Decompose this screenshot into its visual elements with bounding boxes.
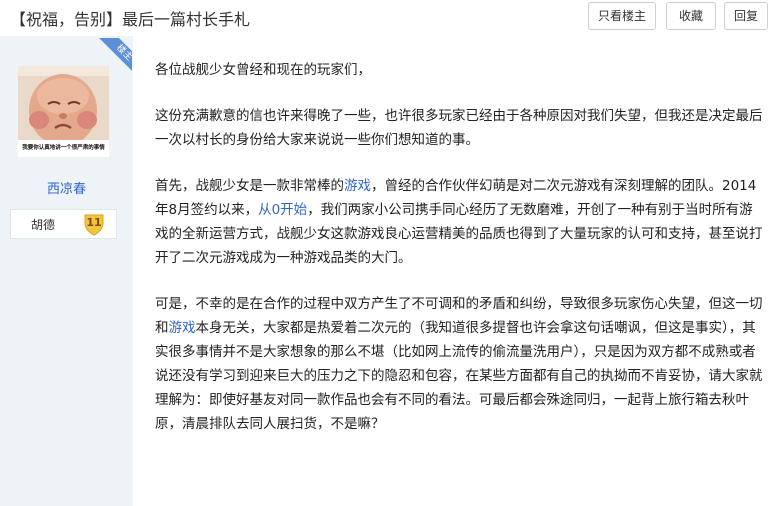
avatar-caption: 我要你认真地讲一个很严肃的事情 [22,145,105,151]
level-name: 胡德 [31,218,56,232]
author-name[interactable]: 西凉春 [0,178,133,197]
thread-title: 【祝福，告别】最后一篇村长手札 [10,10,251,29]
paragraph-greeting: 各位战舰少女曾经和现在的玩家们， [155,62,371,78]
thread-starter-badge: 楼主 [92,38,132,78]
reply-button[interactable]: 回复 [724,2,768,30]
level-box: 胡德 11 [10,209,117,239]
text-span: 本身无关，大家都是热爱着二次元的（我知道很多提督也许会拿这句话嘲讽，但这是事实）… [155,320,763,432]
paragraph-history: 首先，战舰少女是一款非常棒的游戏，曾经的合作伙伴幻萌是对二次元游戏有深刻理解的团… [155,174,763,270]
thread-starter-label: 楼主 [99,38,132,78]
favorite-button[interactable]: 收藏 [666,2,716,30]
game-link[interactable]: 游戏 [344,178,371,194]
text-span: 首先，战舰少女是一款非常棒的 [155,178,344,194]
level-badge: 11 [82,212,106,236]
level-number: 11 [86,216,102,229]
avatar[interactable]: 我要你认真地讲一个很严肃的事情 [18,66,109,157]
from-zero-link[interactable]: 从0开始 [258,202,307,218]
game-link[interactable]: 游戏 [169,320,196,336]
post-content: 各位战舰少女曾经和现在的玩家们， 这份充满歉意的信也许来得晚了一些，也许很多玩家… [155,58,763,458]
thread-header: 【祝福，告别】最后一篇村长手札 只看楼主 收藏 回复 [0,0,769,36]
paragraph-conflict: 可是，不幸的是在合作的过程中双方产生了不可调和的矛盾和纠纷，导致很多玩家伤心失望… [155,292,763,436]
author-sidebar: 我要你认真地讲一个很严肃的事情 楼主 西凉春 胡德 11 [0,36,133,506]
paragraph-apology: 这份充满歉意的信也许来得晚了一些，也许很多玩家已经由于各种原因对我们失望，但我还… [155,108,763,148]
only-author-button[interactable]: 只看楼主 [588,2,656,30]
